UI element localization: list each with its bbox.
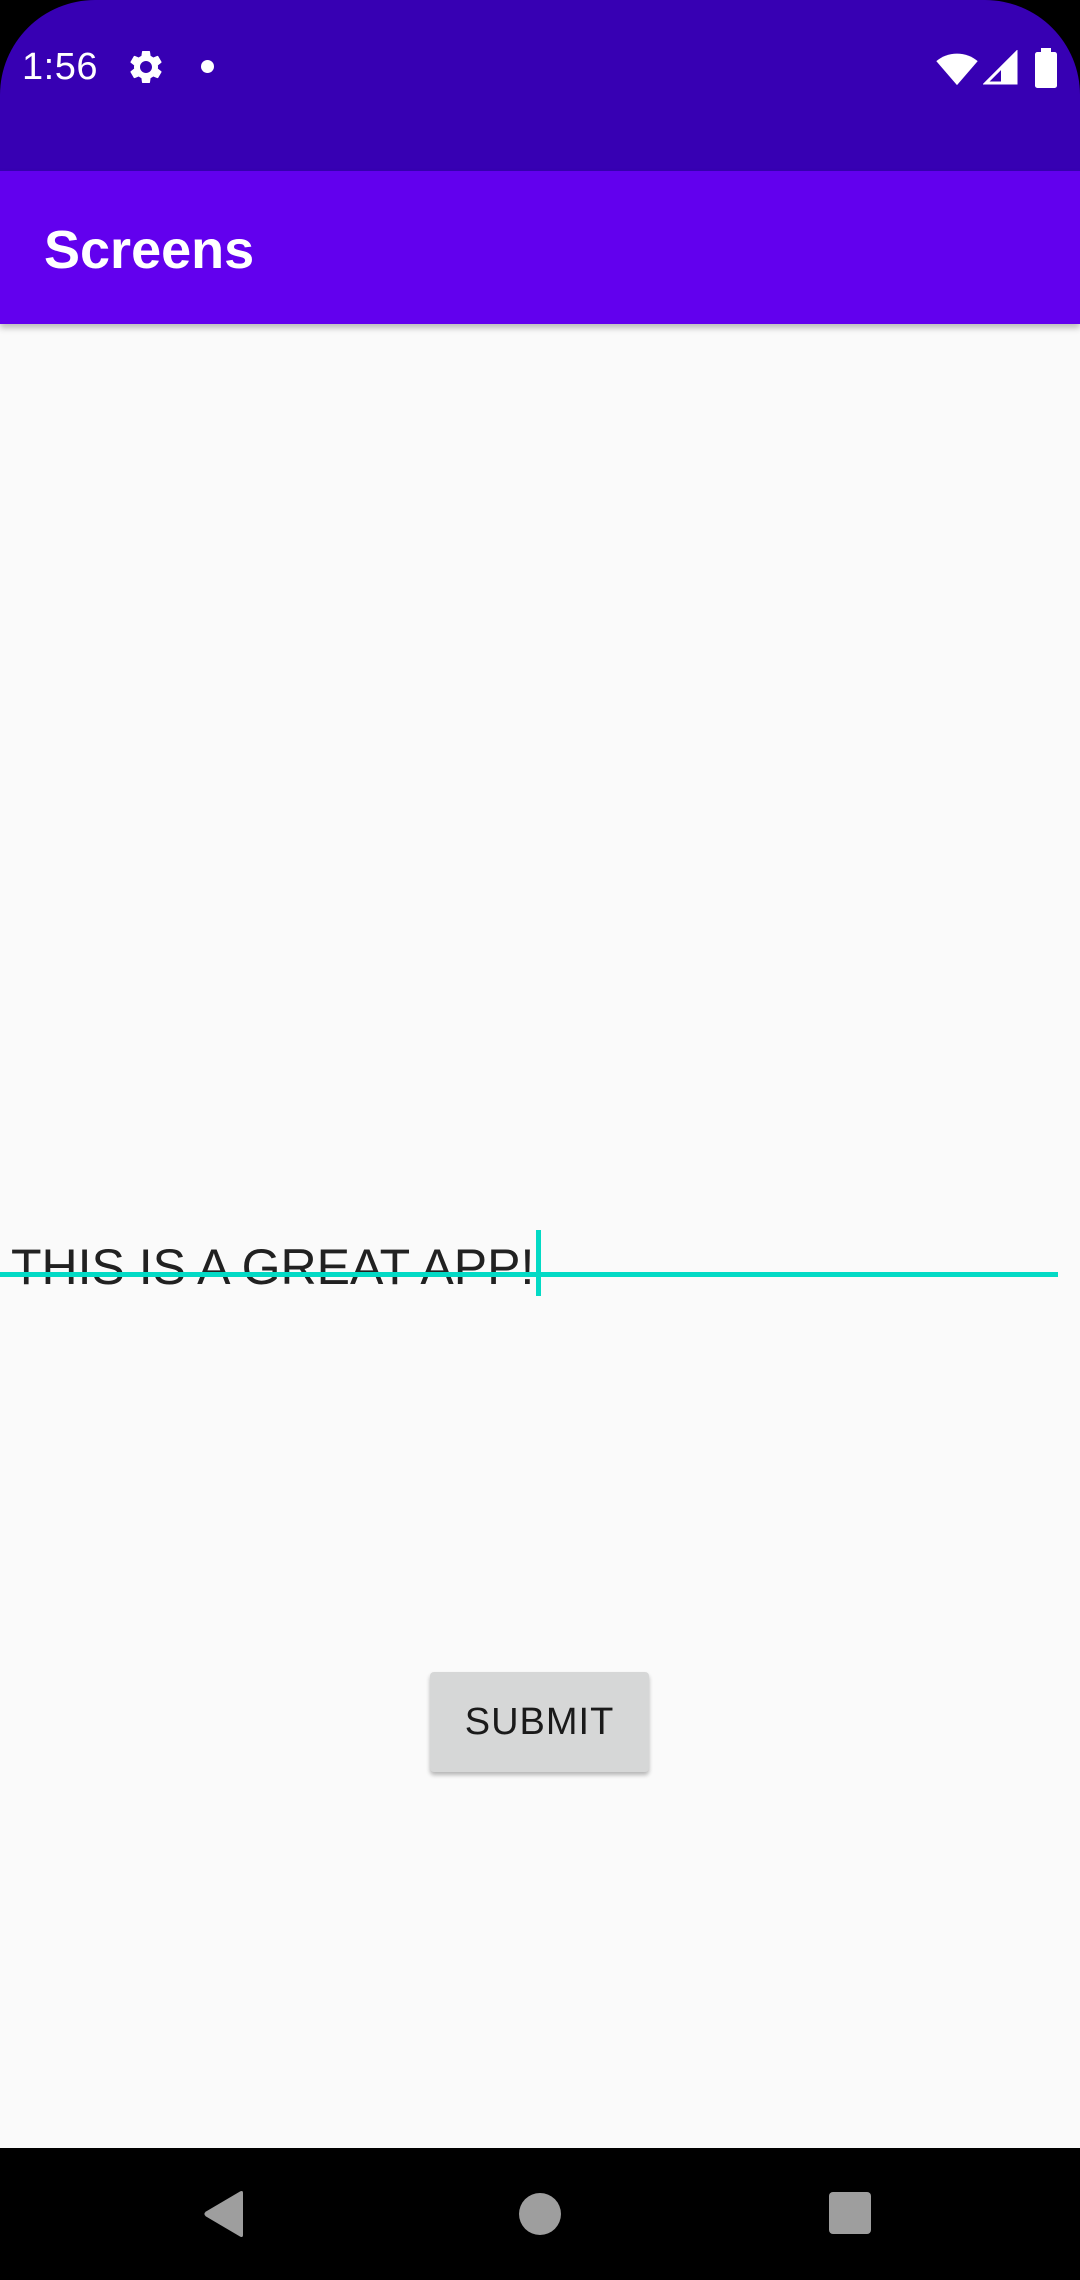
back-icon[interactable] [203,2190,247,2238]
notification-dot-icon [201,60,214,73]
text-input-text: THIS IS A GREAT APP! [11,1239,535,1295]
recents-icon[interactable] [829,2192,871,2234]
phone-screen: 1:56 Screens THIS IS A GREAT APP! SUBMIT [0,0,1080,2280]
text-input-value: THIS IS A GREAT APP! [11,1230,542,1297]
status-bar: 1:56 [0,0,1080,171]
signal-icon [983,50,1018,85]
text-input-underline [0,1272,1058,1277]
home-icon[interactable] [519,2193,561,2235]
app-bar: Screens [0,171,1080,324]
status-time: 1:56 [22,46,98,88]
text-input[interactable]: THIS IS A GREAT APP! [11,1204,1069,1308]
submit-button[interactable]: SUBMIT [430,1672,649,1772]
gear-icon [130,50,162,83]
battery-icon [1035,48,1057,88]
app-title: Screens [44,220,255,280]
wifi-icon [936,53,978,86]
main-content: THIS IS A GREAT APP! SUBMIT [0,324,1080,2148]
text-cursor [536,1230,542,1296]
navigation-bar [0,2148,1080,2280]
